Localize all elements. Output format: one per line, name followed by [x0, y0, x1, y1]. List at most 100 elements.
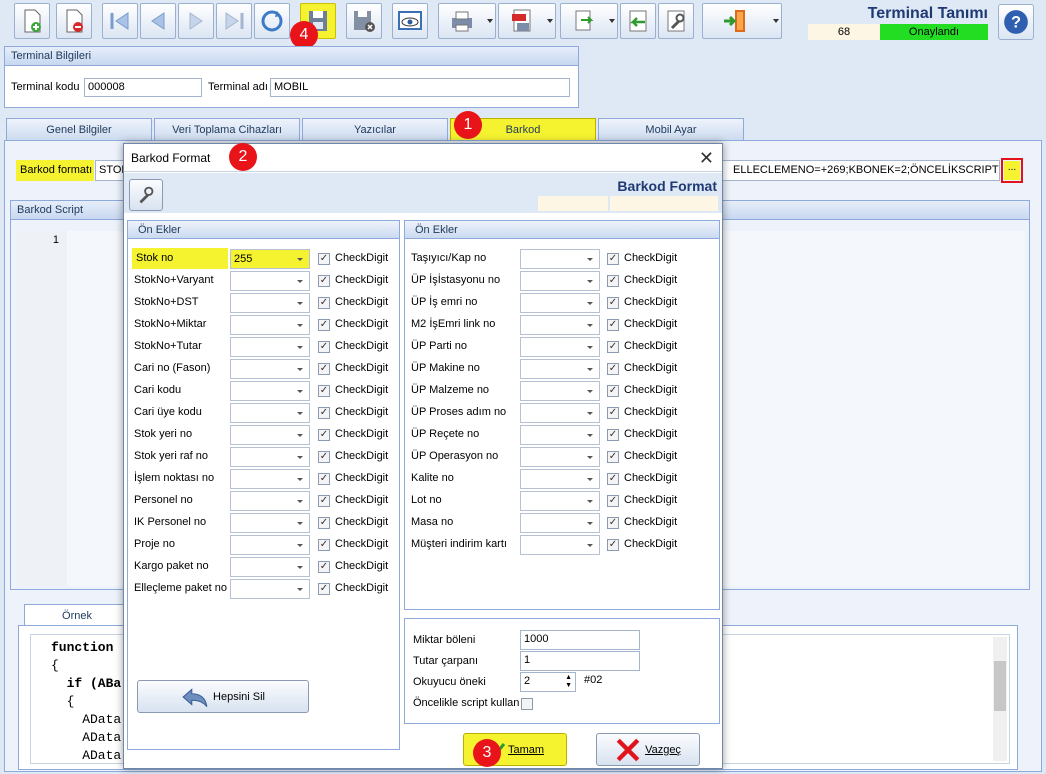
checkdigit-checkbox[interactable]: ✓ — [607, 429, 619, 441]
checkdigit-checkbox[interactable]: ✓ — [318, 561, 330, 573]
checkdigit-checkbox[interactable]: ✓ — [318, 473, 330, 485]
delete-button[interactable] — [56, 3, 92, 39]
prefix-select[interactable] — [230, 579, 310, 599]
checkdigit-checkbox[interactable]: ✓ — [607, 473, 619, 485]
format-row: Lot no ✓ CheckDigit — [405, 490, 719, 512]
checkdigit-checkbox[interactable]: ✓ — [607, 539, 619, 551]
prefix-select[interactable] — [520, 513, 600, 533]
export-button[interactable] — [560, 3, 618, 39]
example-scrollbar[interactable] — [993, 637, 1007, 761]
checkdigit-checkbox[interactable]: ✓ — [318, 253, 330, 265]
checkdigit-checkbox[interactable]: ✓ — [607, 407, 619, 419]
checkdigit-checkbox[interactable]: ✓ — [318, 583, 330, 595]
checkdigit-checkbox[interactable]: ✓ — [607, 319, 619, 331]
dialog-settings-button[interactable] — [129, 179, 163, 211]
prefix-select[interactable] — [520, 381, 600, 401]
checkdigit-checkbox[interactable]: ✓ — [318, 275, 330, 287]
last-record-button[interactable] — [216, 3, 252, 39]
row-label: İşlem noktası no — [134, 472, 215, 484]
preview-button[interactable] — [392, 3, 428, 39]
prefix-select[interactable] — [520, 359, 600, 379]
barkod-format-browse-button[interactable]: ... — [1001, 158, 1023, 183]
print-button[interactable] — [438, 3, 496, 39]
prefix-select[interactable] — [230, 469, 310, 489]
refresh-button[interactable] — [254, 3, 290, 39]
prefix-select[interactable] — [230, 337, 310, 357]
prefix-select[interactable] — [230, 381, 310, 401]
print-icon — [452, 11, 472, 32]
checkdigit-checkbox[interactable]: ✓ — [607, 495, 619, 507]
prefix-select[interactable] — [520, 271, 600, 291]
prefix-select[interactable] — [520, 249, 600, 269]
first-record-button[interactable] — [102, 3, 138, 39]
close-button[interactable]: ✕ — [699, 148, 714, 168]
checkdigit-checkbox[interactable]: ✓ — [607, 253, 619, 265]
miktar-field[interactable]: 1000 — [520, 630, 640, 650]
prefix-select[interactable] — [520, 315, 600, 335]
row-label: Personel no — [134, 494, 193, 506]
prefix-select[interactable] — [520, 491, 600, 511]
prefix-select[interactable] — [520, 337, 600, 357]
oncelik-checkbox[interactable] — [521, 698, 533, 710]
prefix-select[interactable]: 255 — [230, 249, 310, 269]
prefix-select[interactable] — [230, 271, 310, 291]
prefix-select[interactable] — [230, 293, 310, 313]
tab-mobil-ayar[interactable]: Mobil Ayar — [598, 118, 744, 140]
checkdigit-checkbox[interactable]: ✓ — [607, 297, 619, 309]
prefix-select[interactable] — [520, 535, 600, 555]
tutar-field[interactable]: 1 — [520, 651, 640, 671]
checkdigit-checkbox[interactable]: ✓ — [607, 363, 619, 375]
prefix-select[interactable] — [230, 447, 310, 467]
settings-button[interactable] — [658, 3, 694, 39]
checkdigit-checkbox[interactable]: ✓ — [318, 451, 330, 463]
tab-yazicilar[interactable]: Yazıcılar — [302, 118, 448, 140]
checkdigit-checkbox[interactable]: ✓ — [318, 341, 330, 353]
prefix-select[interactable] — [230, 315, 310, 335]
prefix-select[interactable] — [230, 403, 310, 423]
scrollbar-thumb[interactable] — [994, 661, 1006, 711]
checkdigit-checkbox[interactable]: ✓ — [318, 539, 330, 551]
exit-button[interactable] — [702, 3, 782, 39]
import-button[interactable] — [620, 3, 656, 39]
checkdigit-checkbox[interactable]: ✓ — [607, 517, 619, 529]
new-button[interactable] — [14, 3, 50, 39]
prefix-select[interactable] — [520, 403, 600, 423]
checkdigit-checkbox[interactable]: ✓ — [318, 517, 330, 529]
checkdigit-checkbox[interactable]: ✓ — [607, 451, 619, 463]
tab-genel-bilgiler[interactable]: Genel Bilgiler — [6, 118, 152, 140]
terminal-code-field[interactable]: 000008 — [84, 78, 202, 97]
spinner-arrows-icon[interactable]: ▲ ▼ — [565, 674, 572, 690]
prefix-select[interactable] — [520, 425, 600, 445]
cancel-save-button[interactable] — [346, 3, 382, 39]
checkdigit-checkbox[interactable]: ✓ — [318, 407, 330, 419]
okuyucu-spinner[interactable]: 2 ▲ ▼ — [520, 672, 576, 692]
help-button[interactable]: ? — [998, 4, 1034, 40]
checkdigit-checkbox[interactable]: ✓ — [318, 495, 330, 507]
checkdigit-checkbox[interactable]: ✓ — [318, 363, 330, 375]
prefix-select[interactable] — [520, 469, 600, 489]
prefix-select[interactable] — [230, 425, 310, 445]
prefix-select[interactable] — [230, 359, 310, 379]
pdf-button[interactable] — [498, 3, 556, 39]
prev-record-button[interactable] — [140, 3, 176, 39]
checkdigit-checkbox[interactable]: ✓ — [318, 319, 330, 331]
terminal-name-field[interactable]: MOBIL — [270, 78, 570, 97]
prefix-select[interactable] — [230, 513, 310, 533]
checkdigit-checkbox[interactable]: ✓ — [607, 341, 619, 353]
next-record-button[interactable] — [178, 3, 214, 39]
prefix-select[interactable] — [520, 447, 600, 467]
checkdigit-checkbox[interactable]: ✓ — [607, 275, 619, 287]
checkdigit-checkbox[interactable]: ✓ — [318, 297, 330, 309]
prefix-select[interactable] — [230, 491, 310, 511]
row-label: IK Personel no — [134, 516, 207, 528]
prefix-select[interactable] — [230, 535, 310, 555]
tab-ornek[interactable]: Örnek — [24, 604, 130, 626]
checkdigit-checkbox[interactable]: ✓ — [318, 429, 330, 441]
clear-all-button[interactable]: Hepsini Sil — [137, 680, 309, 713]
cancel-button[interactable]: Vazgeç — [596, 733, 700, 766]
prefix-select[interactable] — [230, 557, 310, 577]
checkdigit-checkbox[interactable]: ✓ — [607, 385, 619, 397]
tab-veri-toplama[interactable]: Veri Toplama Cihazları — [154, 118, 300, 140]
prefix-select[interactable] — [520, 293, 600, 313]
checkdigit-checkbox[interactable]: ✓ — [318, 385, 330, 397]
